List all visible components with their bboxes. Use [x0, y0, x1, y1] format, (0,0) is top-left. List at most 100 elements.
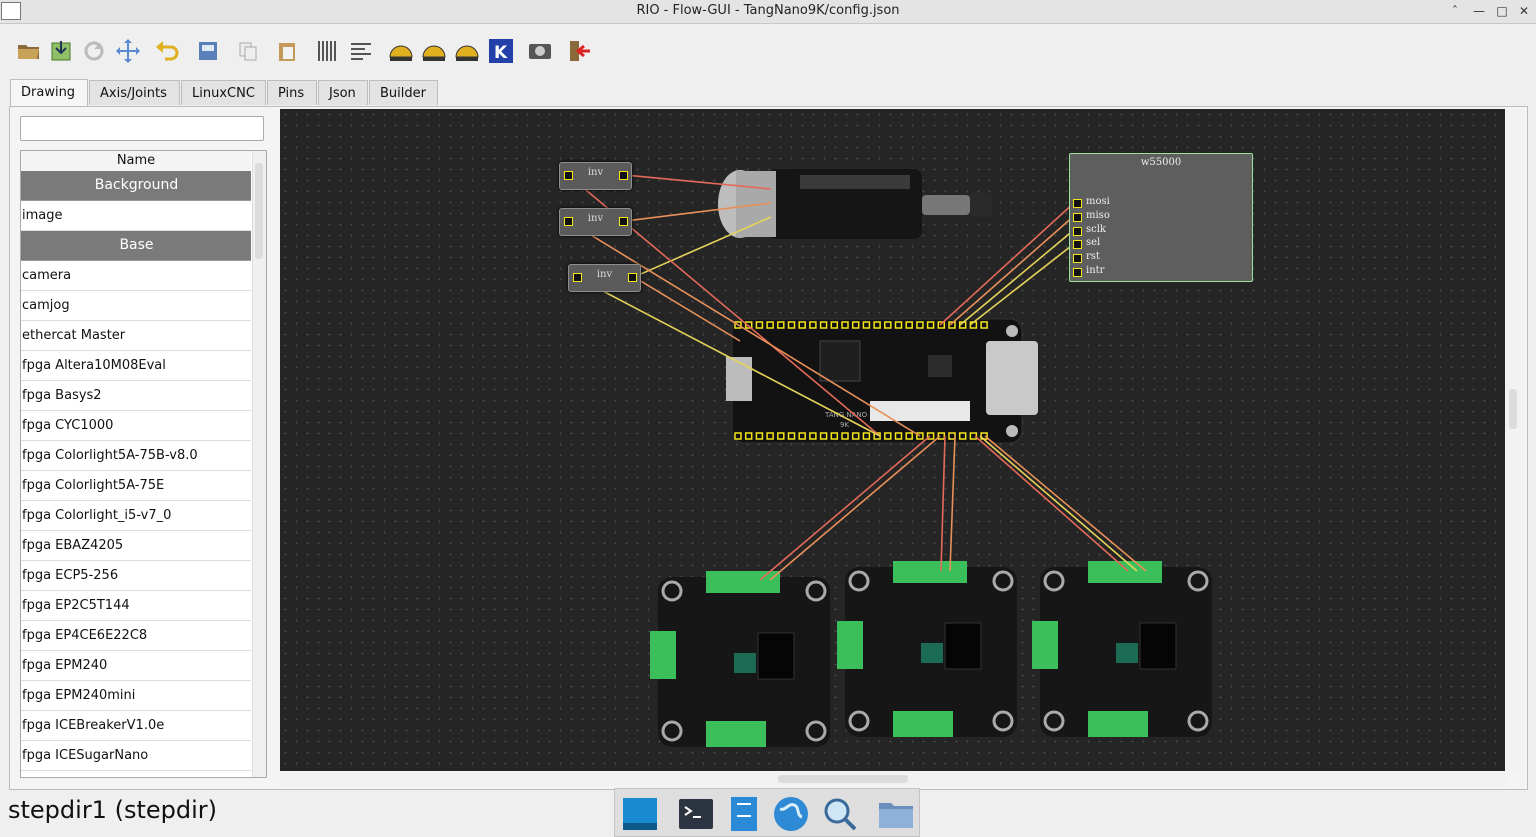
- list-item[interactable]: ethercat Master: [21, 321, 251, 351]
- board-pin[interactable]: [851, 432, 860, 440]
- list-item[interactable]: fpga EPM240mini: [21, 681, 251, 711]
- board-pin[interactable]: [862, 321, 871, 329]
- tab-json[interactable]: Json: [318, 80, 368, 105]
- list-scrollbar[interactable]: [252, 151, 266, 777]
- w5500-node[interactable]: w55000 mosi miso sclk sel rst intr: [1069, 153, 1253, 282]
- input-port[interactable]: [573, 273, 582, 282]
- stepper-driver-board[interactable]: [1032, 561, 1212, 737]
- tab-axis-joints[interactable]: Axis/Joints: [89, 80, 180, 105]
- board-pin[interactable]: [862, 432, 871, 440]
- board-pin[interactable]: [905, 432, 913, 440]
- list-item[interactable]: fpga EP2C5T144: [21, 591, 251, 621]
- list-item[interactable]: fpga ICEBreakerV1.0e: [21, 711, 251, 741]
- export-icon[interactable]: [194, 37, 222, 65]
- miso-port[interactable]: [1073, 213, 1082, 222]
- board-pin[interactable]: [755, 321, 764, 329]
- board-pin[interactable]: [819, 432, 828, 440]
- list-item[interactable]: fpga Colorlight_i5-v7_0: [21, 501, 251, 531]
- output-port[interactable]: [628, 273, 637, 282]
- list-item[interactable]: fpga EBAZ4205: [21, 531, 251, 561]
- input-port[interactable]: [564, 171, 573, 180]
- folder-open-icon[interactable]: [15, 37, 43, 65]
- board-pin[interactable]: [766, 432, 774, 440]
- tangnano9k-board[interactable]: TANG NANO 9K: [726, 318, 1038, 444]
- board-pin[interactable]: [841, 321, 849, 329]
- canvas-horizontal-scrollbar[interactable]: [280, 772, 1506, 786]
- undo-icon[interactable]: [153, 37, 181, 65]
- mosi-port[interactable]: [1073, 199, 1082, 208]
- board-pin[interactable]: [948, 432, 956, 440]
- output-port[interactable]: [619, 171, 628, 180]
- inv-node-1[interactable]: inv: [559, 162, 632, 190]
- board-pin[interactable]: [755, 432, 764, 440]
- save-download-icon[interactable]: [47, 37, 75, 65]
- screenshot-icon[interactable]: [526, 37, 554, 65]
- sclk-port[interactable]: [1073, 227, 1082, 236]
- list-item[interactable]: camjog: [21, 291, 251, 321]
- terminal-icon[interactable]: [677, 795, 715, 833]
- board-pin[interactable]: [809, 321, 817, 329]
- linuxcnc-icon[interactable]: [387, 37, 415, 65]
- minimize-icon[interactable]: —: [1470, 2, 1488, 20]
- maximize-icon[interactable]: □: [1493, 2, 1511, 20]
- board-pin[interactable]: [830, 321, 839, 329]
- list-item[interactable]: fpga ICESugarNano: [21, 741, 251, 771]
- board-pin[interactable]: [787, 321, 796, 329]
- board-pin[interactable]: [777, 321, 785, 329]
- board-pin[interactable]: [734, 432, 742, 440]
- list-item[interactable]: camera: [21, 261, 251, 291]
- paste-icon[interactable]: [273, 37, 301, 65]
- list-group-header[interactable]: Base: [21, 231, 251, 261]
- tab-linuxcnc[interactable]: LinuxCNC: [181, 80, 266, 105]
- list-item[interactable]: fpga Colorlight5A-75B-v8.0: [21, 441, 251, 471]
- board-pin[interactable]: [894, 432, 903, 440]
- list-scroll-thumb[interactable]: [255, 163, 263, 259]
- board-pin[interactable]: [926, 321, 935, 329]
- copy-icon[interactable]: [234, 37, 262, 65]
- tab-builder[interactable]: Builder: [369, 80, 438, 105]
- exit-icon[interactable]: [566, 37, 594, 65]
- list-item[interactable]: fpga Colorlight5A-75E: [21, 471, 251, 501]
- board-pin[interactable]: [798, 321, 806, 329]
- list-item[interactable]: fpga Altera10M08Eval: [21, 351, 251, 381]
- list-item[interactable]: fpga EPM240: [21, 651, 251, 681]
- web-browser-icon[interactable]: [772, 795, 810, 833]
- board-pin[interactable]: [766, 321, 774, 329]
- list-item[interactable]: fpga EP4CE6E22C8: [21, 621, 251, 651]
- tab-pins[interactable]: Pins: [267, 80, 317, 105]
- align-text-icon[interactable]: [347, 37, 375, 65]
- list-item[interactable]: image: [21, 201, 251, 231]
- board-pin[interactable]: [851, 321, 860, 329]
- board-pin[interactable]: [744, 432, 753, 440]
- kicad-icon[interactable]: K: [487, 37, 515, 65]
- board-pin[interactable]: [787, 432, 796, 440]
- board-pin[interactable]: [884, 321, 892, 329]
- list-item[interactable]: fpga Basys2: [21, 381, 251, 411]
- output-port[interactable]: [619, 217, 628, 226]
- inv-node-3[interactable]: inv: [568, 264, 641, 292]
- align-columns-icon[interactable]: [313, 37, 341, 65]
- board-pin[interactable]: [777, 432, 785, 440]
- canvas-hscroll-thumb[interactable]: [778, 775, 908, 783]
- reload-icon[interactable]: [80, 37, 108, 65]
- sel-port[interactable]: [1073, 240, 1082, 249]
- folder-icon[interactable]: [877, 795, 915, 833]
- search-icon[interactable]: [821, 795, 859, 833]
- rst-port[interactable]: [1073, 254, 1082, 263]
- board-pin[interactable]: [873, 321, 881, 329]
- shade-icon[interactable]: ˆ: [1446, 2, 1464, 20]
- drawing-canvas[interactable]: TANG NANO 9K inv inv inv w55000 mosi mis…: [280, 109, 1505, 771]
- board-pin[interactable]: [819, 321, 828, 329]
- board-pin[interactable]: [905, 321, 913, 329]
- fit-view-icon[interactable]: [114, 37, 142, 65]
- inv-node-2[interactable]: inv: [559, 208, 632, 236]
- list-group-header[interactable]: Background: [21, 171, 251, 201]
- board-pin[interactable]: [830, 432, 839, 440]
- input-port[interactable]: [564, 217, 573, 226]
- board-pin[interactable]: [958, 432, 967, 440]
- board-pin[interactable]: [798, 432, 806, 440]
- list-item[interactable]: fpga CYC1000: [21, 411, 251, 441]
- linuxcnc-alt-icon[interactable]: [420, 37, 448, 65]
- search-input[interactable]: [20, 116, 264, 141]
- file-manager-icon[interactable]: [725, 795, 763, 833]
